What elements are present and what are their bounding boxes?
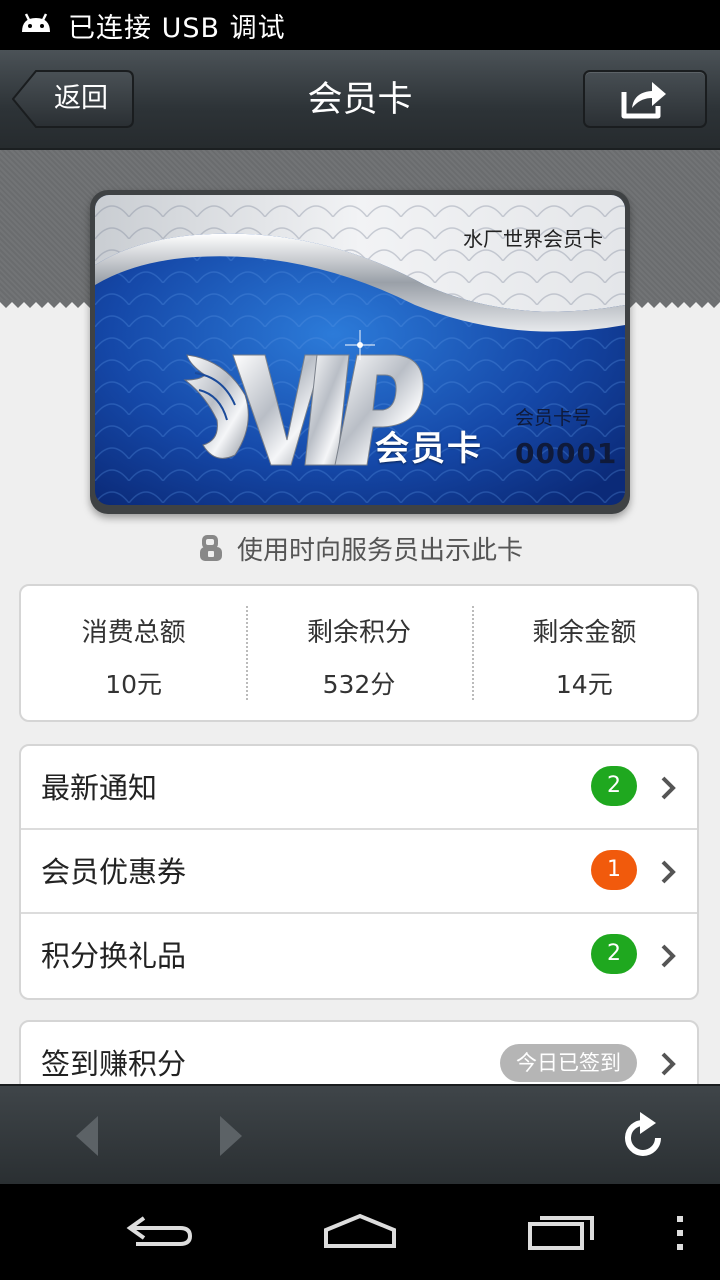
share-icon [621, 82, 666, 119]
arrow-left-icon[interactable] [70, 1108, 104, 1164]
card-brand: 水厂世界会员卡 [463, 227, 603, 251]
stat-points: 剩余积分 532分 [246, 586, 471, 720]
stat-label: 消费总额 [81, 618, 186, 648]
nav-back-icon[interactable] [124, 1208, 196, 1256]
nav-recents-icon[interactable] [526, 1208, 598, 1256]
menu-item-label: 积分换礼品 [41, 939, 187, 973]
stat-balance: 剩余金额 14元 [471, 586, 697, 720]
stats-panel: 消费总额 10元 剩余积分 532分 剩余金额 14元 [19, 584, 699, 722]
checkin-status-badge: 今日已签到 [500, 1044, 637, 1082]
card-number: 00001 [515, 437, 618, 470]
coupon-count-badge: 1 [591, 850, 637, 890]
status-text: 已连接 USB 调试 [68, 12, 286, 44]
status-bar: 已连接 USB 调试 [0, 0, 720, 50]
title-bar: 返回 会员卡 [0, 50, 720, 150]
waiter-icon [199, 535, 222, 561]
stat-label: 剩余金额 [532, 618, 637, 648]
stat-value: 14元 [555, 670, 613, 699]
usage-hint: 使用时向服务员出示此卡 [0, 530, 720, 566]
card-number-label: 会员卡号 [515, 407, 592, 429]
android-debug-icon [22, 13, 50, 32]
overflow-menu-icon[interactable] [672, 1214, 688, 1254]
menu-item-notifications[interactable]: 最新通知 2 [21, 746, 697, 830]
refresh-icon[interactable] [618, 1108, 670, 1164]
member-card-face: 水厂世界会员卡 会员卡 会员卡号 00001 [95, 195, 625, 505]
stat-total-spent: 消费总额 10元 [21, 586, 246, 720]
menu-item-gifts[interactable]: 积分换礼品 2 [21, 914, 697, 998]
screen: 已连接 USB 调试 返回 会员卡 水厂世界会员卡 会员卡 会员卡号 00001… [0, 0, 720, 1280]
menu-item-label: 最新通知 [41, 771, 158, 805]
gift-count-badge: 2 [591, 934, 637, 974]
share-button[interactable] [583, 70, 707, 128]
nav-home-icon[interactable] [322, 1208, 398, 1256]
usage-hint-text: 使用时向服务员出示此卡 [236, 535, 523, 566]
chevron-right-icon [661, 1052, 676, 1076]
member-menu: 最新通知 2 会员优惠券 1 积分换礼品 2 [19, 744, 699, 1000]
card-type-label: 会员卡 [375, 429, 483, 469]
chevron-right-icon [661, 776, 676, 800]
member-card[interactable]: 水厂世界会员卡 会员卡 会员卡号 00001 [90, 190, 630, 514]
system-nav-bar [0, 1184, 720, 1280]
notification-count-badge: 2 [591, 766, 637, 806]
chevron-right-icon [661, 860, 676, 884]
stat-value: 532分 [322, 670, 396, 699]
menu-item-coupons[interactable]: 会员优惠券 1 [21, 830, 697, 914]
chevron-right-icon [661, 944, 676, 968]
browser-toolbar [0, 1084, 720, 1184]
stat-value: 10元 [105, 670, 163, 699]
arrow-right-icon[interactable] [214, 1108, 248, 1164]
stat-label: 剩余积分 [306, 618, 411, 648]
menu-item-label: 会员优惠券 [41, 855, 187, 889]
